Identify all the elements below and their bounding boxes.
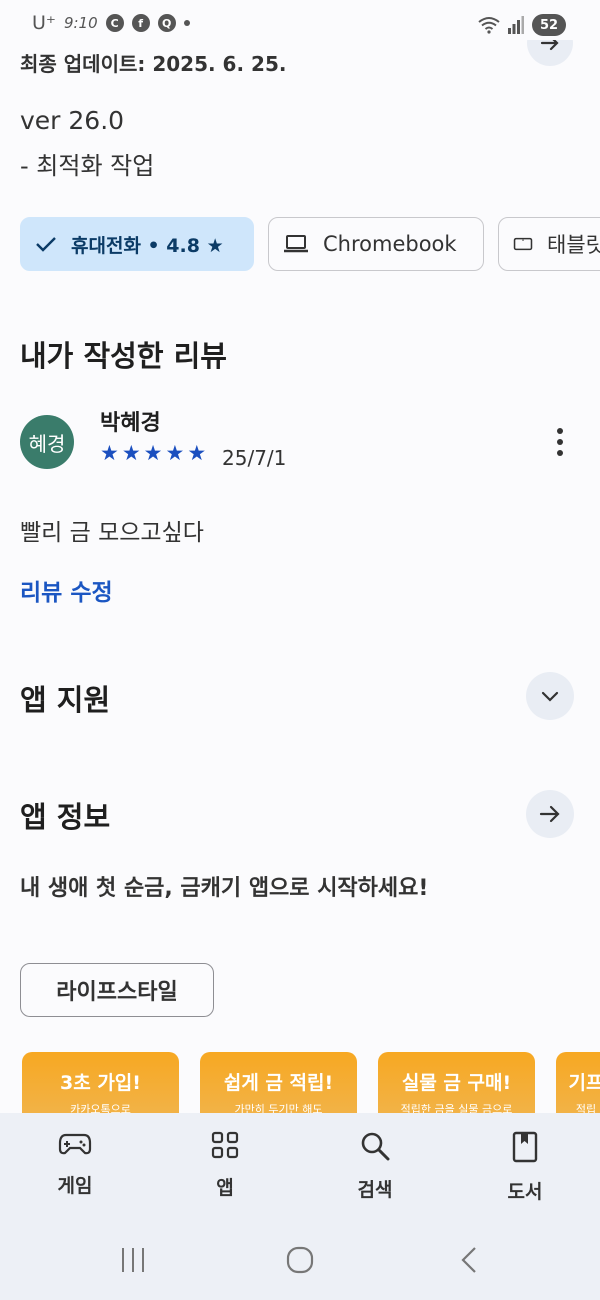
reviewer-name: 박혜경 [100,411,161,436]
version-label: ver 26.0 [20,106,125,135]
c-icon: C [105,14,124,32]
screenshot-card[interactable]: 실물 금 구매! 적립한 금을 실물 금으로 [378,1052,535,1122]
facebook-icon: f [131,14,150,32]
star-icon: ★ [187,441,207,465]
nav-label: 앱 [216,1177,234,1199]
more-vert-icon [557,428,563,434]
app-info-arrow-button[interactable] [526,790,574,838]
screenshot-title: 3초 가입! [60,1072,141,1094]
book-icon [512,1131,538,1163]
app-info-title[interactable]: 앱 정보 [20,794,110,836]
app-support-title[interactable]: 앱 지원 [20,677,110,719]
tablet-icon [513,237,533,251]
avatar: 혜경 [20,415,74,469]
nav-search[interactable]: 검색 [300,1113,450,1233]
more-notifications-icon [183,20,190,26]
apps-grid-icon [211,1131,239,1159]
nav-label: 도서 [507,1181,543,1203]
review-text: 빨리 금 모으고싶다 [20,520,204,546]
app-support-expand-button[interactable] [526,672,574,720]
star-icon: ★ [100,441,119,465]
signal-icon [508,16,524,34]
review-more-button[interactable] [546,424,574,460]
screenshot-carousel[interactable]: 3초 가입! 카카오톡으로 쉽게 금 적립! 가만히 두기만 해도 실물 금 구… [22,1052,600,1122]
system-navigation-bar [0,1233,600,1300]
star-icon: ★ [143,441,163,465]
nav-apps[interactable]: 앱 [150,1113,300,1233]
app-description: 내 생애 첫 순금, 금캐기 앱으로 시작하세요! [20,876,429,901]
chip-chromebook-label: Chromebook [323,232,457,256]
screenshot-title: 쉽게 금 적립! [223,1072,334,1094]
nav-books[interactable]: 도서 [450,1113,600,1233]
wifi-icon [478,17,500,34]
bottom-navigation: 게임 앱 검색 도서 [0,1113,600,1233]
back-icon[interactable] [455,1245,485,1275]
last-updated-label: 최종 업데이트: 2025. 6. 25. [20,52,287,76]
clock: 9:10 [63,14,98,32]
chevron-down-icon [541,691,559,702]
gamepad-icon [58,1133,92,1155]
review-date: 25/7/1 [222,446,287,470]
edit-review-link[interactable]: 리뷰 수정 [20,573,113,607]
nav-games[interactable]: 게임 [0,1113,150,1233]
chip-phone-label: 휴대전화 • 4.8 ★ [71,234,224,257]
home-icon[interactable] [285,1245,315,1275]
chip-tablet[interactable]: 태블릿 [498,217,600,271]
screenshot-title: 기프 [568,1072,600,1094]
chip-phone[interactable]: 휴대전화 • 4.8 ★ [20,217,254,271]
recent-apps-icon[interactable] [118,1245,148,1275]
carrier-label: U⁺ [32,12,56,34]
category-tag[interactable]: 라이프스타일 [20,963,214,1017]
screenshot-card[interactable]: 3초 가입! 카카오톡으로 [22,1052,179,1122]
screenshot-card[interactable]: 쉽게 금 적립! 가만히 두기만 해도 [200,1052,357,1122]
chip-tablet-label: 태블릿 [547,233,600,257]
my-review-title: 내가 작성한 리뷰 [20,339,227,373]
screenshot-title: 실물 금 구매! [401,1072,512,1094]
talk-icon: Q [157,14,176,32]
arrow-right-icon [539,805,560,823]
device-filter-chips: 휴대전화 • 4.8 ★ Chromebook 태블릿 [20,217,600,271]
star-icon: ★ [165,441,185,465]
battery-icon: 52 [532,14,566,36]
screenshot-card[interactable]: 기프 적립 [556,1052,600,1122]
rating-stars: ★ ★ ★ ★ ★ [100,443,206,464]
laptop-icon [284,235,308,253]
chip-chromebook[interactable]: Chromebook [268,217,484,271]
nav-label: 검색 [357,1179,393,1201]
search-icon [361,1132,390,1161]
status-bar: U⁺ 9:10 C f Q 52 [0,0,600,48]
check-icon [36,237,56,252]
nav-label: 게임 [57,1175,93,1197]
version-note: - 최적화 작업 [20,152,155,180]
star-icon: ★ [121,441,141,465]
